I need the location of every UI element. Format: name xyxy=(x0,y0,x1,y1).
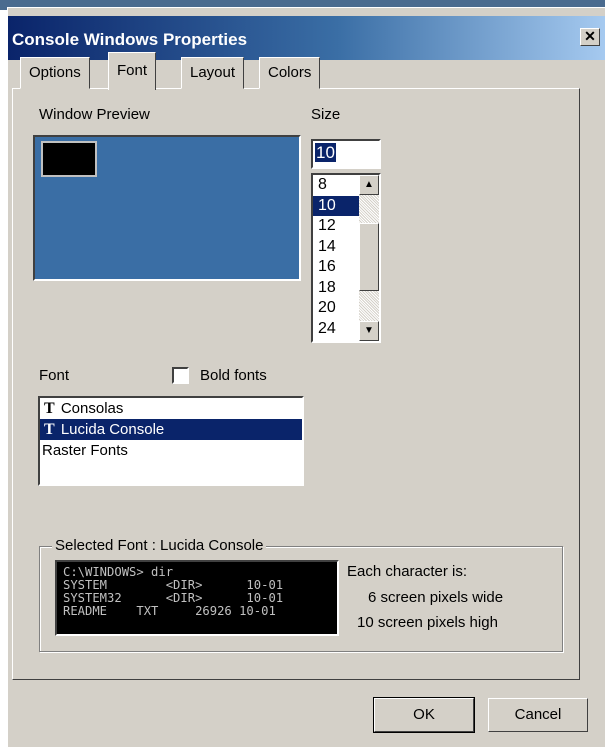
arrow-up-icon: ▲ xyxy=(364,179,374,190)
selected-font-legend: Selected Font : Lucida Console xyxy=(52,537,267,554)
size-label: Size xyxy=(311,106,341,123)
close-icon: ✕ xyxy=(584,28,596,44)
size-list-scrollbar[interactable]: ▲ ▼ xyxy=(359,175,379,341)
scroll-thumb[interactable] xyxy=(359,223,379,291)
font-list-item-selected[interactable]: T Lucida Console xyxy=(40,419,302,440)
bold-fonts-label[interactable]: Bold fonts xyxy=(200,367,267,384)
size-option-selected[interactable]: 10 xyxy=(313,195,359,216)
size-input-value: 10 xyxy=(315,143,336,162)
scroll-down-button[interactable]: ▼ xyxy=(359,321,379,341)
char-width-info: 6 screen pixels wide xyxy=(368,589,504,606)
tab-font[interactable]: Font xyxy=(108,52,157,90)
cancel-button[interactable]: Cancel xyxy=(488,698,588,732)
truetype-icon: T xyxy=(44,421,55,438)
window-preview xyxy=(33,135,301,281)
close-button[interactable]: ✕ xyxy=(580,28,600,46)
sample-line: README TXT 26926 10-01 xyxy=(63,604,276,618)
char-info-heading: Each character is: xyxy=(347,563,468,580)
font-list-item-label: Lucida Console xyxy=(60,421,165,438)
window-title: Console Windows Properties xyxy=(12,30,248,49)
tab-layout[interactable]: Layout xyxy=(181,57,245,89)
bold-fonts-checkbox[interactable] xyxy=(172,367,189,384)
font-label: Font xyxy=(39,367,70,384)
ok-button[interactable]: OK xyxy=(373,697,475,733)
size-input[interactable]: 10 xyxy=(311,139,381,169)
font-sample-preview: C:\WINDOWS> dir SYSTEM <DIR> 10-01 SYSTE… xyxy=(55,560,339,636)
tab-colors[interactable]: Colors xyxy=(259,57,321,89)
font-list-item[interactable]: T Consolas xyxy=(40,398,302,419)
font-list-item-label: Consolas xyxy=(60,400,124,417)
tab-options[interactable]: Options xyxy=(20,57,90,89)
window-preview-label: Window Preview xyxy=(39,106,150,123)
truetype-icon: T xyxy=(44,400,55,417)
font-list-item-label: Raster Fonts xyxy=(42,442,128,459)
size-list[interactable]: 8 10 12 14 16 18 20 24 ▲ ▼ xyxy=(311,173,381,343)
arrow-down-icon: ▼ xyxy=(364,325,374,336)
char-height-info: 10 screen pixels high xyxy=(357,614,498,631)
preview-console-window xyxy=(41,141,97,177)
title-bar[interactable]: Console Windows Properties ✕ xyxy=(8,16,605,60)
font-list-item[interactable]: Raster Fonts xyxy=(40,440,302,461)
scroll-up-button[interactable]: ▲ xyxy=(359,175,379,195)
font-list[interactable]: T Consolas T Lucida Console Raster Fonts xyxy=(38,396,304,486)
